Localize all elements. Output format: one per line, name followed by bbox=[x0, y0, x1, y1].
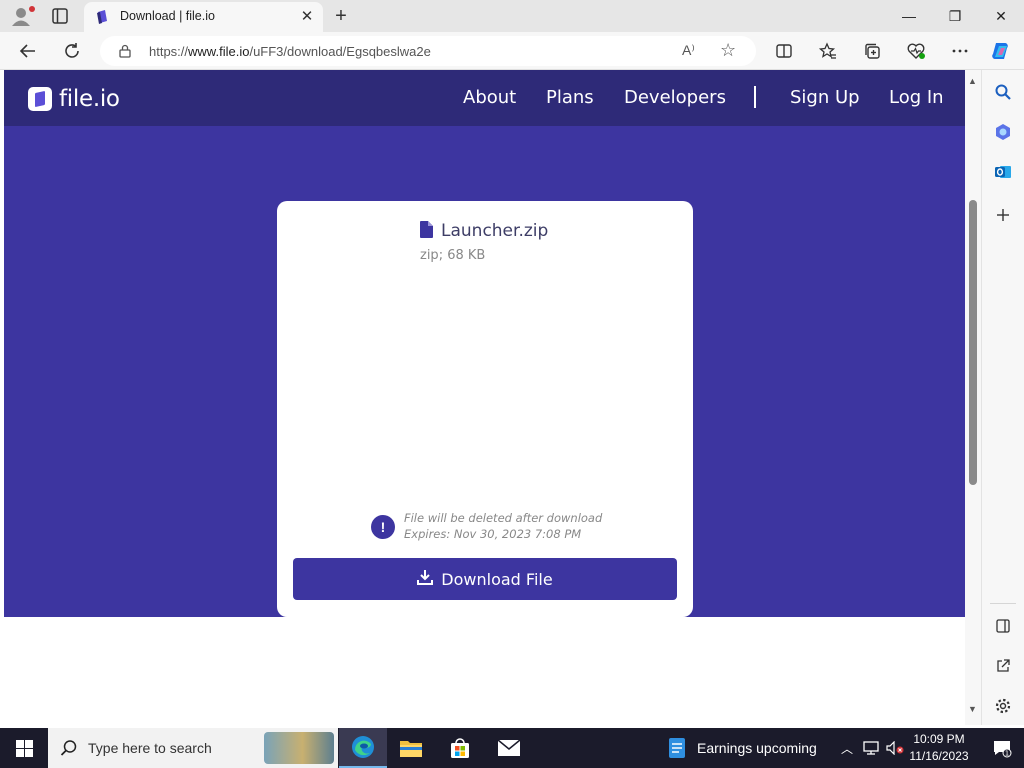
web-page: file.io About Plans Developers Sign Up L… bbox=[4, 70, 965, 725]
mail-icon[interactable] bbox=[485, 728, 533, 768]
notification-icon[interactable]: 1 bbox=[980, 728, 1024, 768]
file-io-favicon-icon bbox=[96, 10, 109, 24]
add-icon[interactable] bbox=[993, 205, 1013, 225]
address-bar[interactable]: https://www.file.io/uFF3/download/Egsqbe… bbox=[100, 36, 756, 66]
profile-notification-dot bbox=[29, 6, 35, 12]
clock-time: 10:09 PM bbox=[913, 732, 965, 746]
scroll-up-icon[interactable]: ▲ bbox=[968, 76, 977, 86]
nav-divider bbox=[754, 86, 756, 108]
taskbar-search-icon bbox=[60, 739, 78, 757]
copilot-icon[interactable] bbox=[990, 40, 1012, 62]
split-screen-icon[interactable] bbox=[773, 40, 795, 62]
notice-delete-text: File will be deleted after download bbox=[404, 511, 603, 525]
taskbar-clock[interactable]: 10:09 PM 11/16/2023 bbox=[903, 731, 975, 765]
collections-icon[interactable] bbox=[861, 40, 883, 62]
favorites-icon[interactable] bbox=[817, 40, 839, 62]
add-favorite-icon[interactable]: ☆ bbox=[720, 40, 736, 61]
taskbar-search-box[interactable]: Type here to search bbox=[48, 728, 338, 768]
more-icon[interactable] bbox=[949, 40, 971, 62]
weather-text: Earnings upcoming bbox=[697, 740, 817, 756]
url-text[interactable]: https://www.file.io/uFF3/download/Egsqbe… bbox=[149, 44, 431, 59]
tab-close-icon[interactable]: ✕ bbox=[299, 9, 315, 25]
browser-essentials-icon[interactable] bbox=[905, 40, 927, 62]
file-icon bbox=[420, 221, 433, 238]
file-explorer-icon[interactable] bbox=[387, 728, 435, 768]
windows-start-icon[interactable] bbox=[0, 728, 48, 768]
file-meta: zip; 68 KB bbox=[420, 248, 486, 263]
browser-toolbar: https://www.file.io/uFF3/download/Egsqbe… bbox=[0, 32, 1024, 70]
active-tab[interactable]: Download | file.io ✕ bbox=[84, 2, 323, 32]
settings-icon[interactable] bbox=[993, 696, 1013, 716]
download-icon bbox=[417, 569, 434, 590]
sidebar-divider bbox=[990, 603, 1016, 604]
deletion-notice: ! File will be deleted after download Ex… bbox=[371, 511, 631, 543]
tab-actions-icon[interactable] bbox=[50, 6, 70, 26]
weather-widget[interactable]: Earnings upcoming bbox=[664, 728, 834, 768]
browser-tab-bar: Download | file.io ✕ + — ❐ ✕ bbox=[0, 0, 1024, 32]
edge-icon[interactable] bbox=[339, 728, 387, 768]
external-link-icon[interactable] bbox=[993, 656, 1013, 676]
windows-taskbar: Type here to search Earnings upcoming ︿ … bbox=[0, 728, 1024, 768]
page-scrollbar[interactable]: ▲ ▼ bbox=[965, 70, 981, 725]
info-icon: ! bbox=[371, 515, 395, 539]
close-window-button[interactable]: ✕ bbox=[978, 0, 1024, 32]
download-file-button[interactable]: Download File bbox=[293, 558, 677, 600]
search-highlight-image[interactable] bbox=[264, 732, 334, 764]
nav-developers-link[interactable]: Developers bbox=[624, 87, 726, 108]
site-logo[interactable]: file.io bbox=[28, 86, 120, 112]
read-aloud-icon[interactable]: A⁾ bbox=[682, 42, 695, 59]
nav-signup-link[interactable]: Sign Up bbox=[790, 87, 860, 108]
refresh-icon[interactable] bbox=[61, 40, 83, 62]
minimize-button[interactable]: — bbox=[886, 0, 932, 32]
logo-text: file.io bbox=[59, 86, 120, 112]
nav-plans-link[interactable]: Plans bbox=[546, 87, 594, 108]
site-header: file.io About Plans Developers Sign Up L… bbox=[4, 70, 965, 126]
taskbar-search-placeholder: Type here to search bbox=[88, 740, 212, 756]
back-icon[interactable] bbox=[17, 40, 39, 62]
outlook-icon[interactable] bbox=[993, 162, 1013, 182]
nav-about-link[interactable]: About bbox=[463, 87, 516, 108]
tray-chevron-icon[interactable]: ︿ bbox=[836, 728, 858, 768]
stock-news-icon bbox=[668, 737, 686, 759]
clock-date: 11/16/2023 bbox=[909, 749, 969, 763]
edge-sidebar bbox=[981, 70, 1024, 725]
new-tab-button[interactable]: + bbox=[330, 5, 352, 27]
restore-button[interactable]: ❐ bbox=[932, 0, 978, 32]
sidebar-toggle-icon[interactable] bbox=[993, 616, 1013, 636]
scroll-down-icon[interactable]: ▼ bbox=[968, 704, 977, 714]
store-icon[interactable] bbox=[436, 728, 484, 768]
scrollbar-thumb[interactable] bbox=[969, 200, 977, 485]
lock-icon[interactable] bbox=[118, 44, 132, 58]
file-io-logo-icon bbox=[28, 87, 52, 111]
download-button-label: Download File bbox=[441, 569, 553, 589]
notice-expiry-text: Expires: Nov 30, 2023 7:08 PM bbox=[404, 527, 582, 541]
file-name: Launcher.zip bbox=[441, 221, 549, 241]
notification-count: 1 bbox=[1005, 750, 1009, 758]
nav-login-link[interactable]: Log In bbox=[889, 87, 944, 108]
tab-title: Download | file.io bbox=[120, 9, 215, 23]
search-icon[interactable] bbox=[993, 82, 1013, 102]
network-icon[interactable] bbox=[860, 728, 882, 768]
copilot-side-icon[interactable] bbox=[993, 122, 1013, 142]
download-card: Launcher.zip zip; 68 KB ! File will be d… bbox=[277, 201, 693, 617]
